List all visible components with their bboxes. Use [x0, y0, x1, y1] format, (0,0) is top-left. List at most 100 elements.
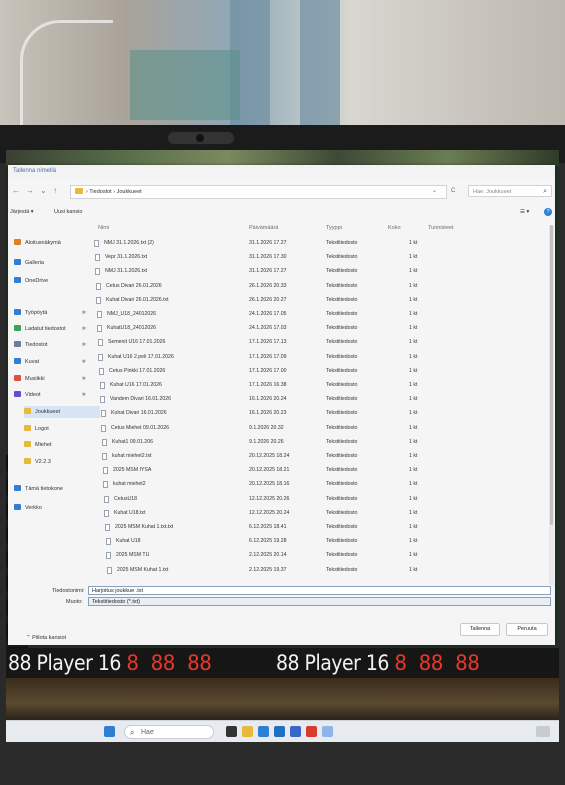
view-options-button[interactable]: ☰ ▾ [520, 206, 529, 218]
file-date: 16.1.2026 20.23 [249, 410, 287, 417]
file-name: NMJ 31.1.2026.txt [105, 268, 148, 275]
column-header-name[interactable]: Nimi [98, 225, 109, 235]
breadcrumb-current[interactable]: Joukkueet [117, 189, 142, 195]
file-row[interactable]: Vepr 31.1.2026.txt 31.1.2026 17.30 Tekstit… [94, 252, 549, 263]
sidebar-item[interactable]: Kuvat ✱ [14, 356, 90, 368]
file-row[interactable]: Kuhat Divari 16.01.2026 16.1.2026 20.23 Te… [94, 408, 549, 419]
sidebar-item[interactable]: Tiedostot ✱ [14, 339, 90, 351]
file-explorer-icon[interactable] [242, 726, 253, 737]
sidebar-item[interactable]: Tämä tietokone [14, 483, 90, 495]
file-row[interactable]: Kuhat Divari 26.01.2026.txt 26.1.2026 20.… [94, 295, 549, 306]
column-header-date[interactable]: Päivämäärä [249, 225, 278, 235]
forward-arrow-icon[interactable]: → [26, 186, 34, 195]
file-row[interactable]: Kuhat U18 6.12.2025 19.28 Tekstitiedosto 1 … [94, 536, 549, 547]
file-row[interactable]: NMJ 31.1.2026.txt 31.1.2026 17.27 Tekstiti… [94, 266, 549, 277]
file-date: 16.1.2026 20.24 [249, 396, 287, 403]
column-header-size[interactable]: Koko [388, 225, 401, 235]
file-row[interactable]: Vandem Divari 16.01.2026 16.1.2026 20.24 T… [94, 394, 549, 405]
app-red-icon[interactable] [306, 726, 317, 737]
file-type: Tekstitiedosto [326, 467, 358, 474]
text-file-icon [98, 353, 103, 361]
address-bar[interactable]: › Tiedostot › Joukkueet [70, 185, 447, 199]
file-row[interactable]: 2025 MSM TU 2.12.2025 20.14 Tekstitiedosto… [94, 550, 549, 561]
sidebar-item[interactable]: Ladatut tiedostot ✱ [14, 323, 90, 335]
sidebar-item[interactable]: Galleria [14, 257, 90, 269]
filename-input[interactable]: Harjoitus joukkue .txt [88, 586, 551, 595]
hide-folders-toggle[interactable]: ⌃ Piilota kansiot [26, 635, 66, 641]
file-row[interactable]: 2025 MSM Kuhat 1.txt.txt 6.12.2025 18.41 T… [94, 522, 549, 533]
file-row[interactable]: Cetus Miehet 09.01.2026 9.1.2026 20.32 Tek… [94, 423, 549, 434]
start-icon[interactable] [104, 726, 115, 737]
file-row[interactable]: Kuhat U16 17.01.2026 17.1.2026 16.38 Tekst… [94, 380, 549, 391]
store-icon[interactable] [274, 726, 285, 737]
sidebar-item[interactable]: Logot [24, 423, 100, 435]
new-folder-button[interactable]: Uusi kansio [54, 206, 82, 218]
file-size: 1 kt [409, 453, 418, 459]
text-file-icon [102, 438, 107, 446]
file-row[interactable]: Cetus Divari 26.01.2026 26.1.2026 20.33 Te… [94, 281, 549, 292]
up-arrow-icon[interactable]: ↑ [53, 186, 57, 195]
file-row[interactable]: 2025 MSM Kuhat 1.txt 2.12.2025 19.37 Tekst… [94, 565, 549, 576]
file-name: 2025 MSM Kuhat 1.txt.txt [115, 524, 174, 530]
back-arrow-icon[interactable]: ← [12, 186, 20, 195]
filetype-select[interactable]: Tekstitiedosto (*.txt) [88, 597, 551, 606]
task-view-icon[interactable] [226, 726, 237, 737]
sidebar-item[interactable]: Työpöytä ✱ [14, 307, 90, 319]
sidebar-item[interactable]: Videot ✱ [14, 389, 90, 401]
breadcrumb-root[interactable]: Tiedostot [89, 189, 111, 195]
sidebar-item[interactable]: Miehet [24, 439, 100, 451]
refresh-icon[interactable]: C [451, 185, 455, 197]
recent-dropdown-icon[interactable]: ⌄ [40, 186, 47, 195]
file-row[interactable]: NMJ_U18_24012026 24.1.2026 17.05 Tekstitie… [94, 309, 549, 320]
scrollbar-thumb[interactable] [550, 225, 553, 525]
file-row[interactable]: Semenit U16 17.01.2026 17.1.2026 17.13 Tek… [94, 337, 549, 348]
sidebar-item[interactable]: OneDrive [14, 275, 90, 287]
file-size: 1 kt [409, 524, 418, 530]
file-row[interactable]: Kuhat1 09.01.206 9.1.2026 20.26 Tekstitied… [94, 437, 549, 448]
file-row[interactable]: Kuhat U16 2.peli 17.01.2026 17.1.2026 17.… [94, 352, 549, 363]
search-input[interactable]: Hae: Joukkueet ⌕ [468, 185, 552, 197]
system-tray-icon[interactable] [536, 726, 550, 737]
sidebar-item[interactable]: Musiikki ✱ [14, 373, 90, 385]
webcam [168, 132, 234, 144]
sidebar-item-label: Tämä tietokone [25, 486, 63, 492]
file-size: 1 kt [409, 339, 418, 346]
file-row[interactable]: CetusU18 12.12.2025 20.26 Tekstitiedosto 1 … [94, 494, 549, 505]
text-file-icon [96, 282, 101, 290]
text-file-icon [100, 382, 105, 389]
help-icon[interactable]: ? [544, 208, 552, 216]
search-icon: ⌕ [543, 188, 547, 195]
file-row[interactable]: kuhat miehet2 20.12.2025 18.16 Tekstitiedo… [94, 479, 549, 490]
column-header-type[interactable]: Tyyppi [326, 225, 342, 235]
sidebar-item[interactable]: Joukkueet [24, 406, 100, 418]
app-light-icon[interactable] [322, 726, 333, 737]
taskbar-search[interactable]: Hae [124, 725, 214, 740]
file-row[interactable]: 2025 MSM IYSA 20.12.2025 18.21 Tekstitiedo… [94, 465, 549, 476]
file-row[interactable]: Cetus Pinkki 17.01.2026 17.1.2026 17.00 Te… [94, 366, 549, 377]
column-header-tags[interactable]: Tunnisteet [428, 225, 453, 235]
sidebar-item[interactable]: V2.2.3 [24, 456, 100, 468]
file-type: Tekstitiedosto [326, 438, 358, 445]
save-button[interactable]: Tallenna [460, 623, 500, 636]
app-icon[interactable] [290, 726, 301, 737]
edge-icon[interactable] [258, 726, 269, 737]
command-bar: Järjestä ▾ Uusi kansio ☰ ▾ ? [8, 206, 555, 218]
file-row[interactable]: Kuhat U18.txt 12.12.2025 20.24 Tekstitiedo… [94, 508, 549, 519]
breadcrumb-separator: › [86, 189, 88, 195]
file-size: 1 kt [409, 509, 418, 516]
file-type: Tekstitiedosto [326, 424, 358, 431]
file-size: 1 kt [409, 240, 418, 246]
pin-icon: ✱ [81, 359, 86, 365]
file-row[interactable]: KuhatU18_24012026 24.1.2026 17.03 Tekstiti… [94, 323, 549, 334]
file-date: 24.1.2026 17.05 [249, 311, 287, 317]
file-row[interactable]: kuhat miehet2.txt 20.12.2025 18.24 Tekstit… [94, 451, 549, 462]
cancel-button[interactable]: Peruuta [506, 623, 548, 636]
vertical-scrollbar[interactable] [549, 225, 554, 585]
organize-button[interactable]: Järjestä ▾ [10, 206, 34, 218]
file-row[interactable]: NMJ 31.1.2026.txt (2) 31.1.2026 17.27 Teks… [94, 238, 549, 249]
sidebar-item[interactable]: Verkko [14, 502, 90, 514]
address-dropdown-icon[interactable]: ⌄ [432, 185, 437, 197]
file-name: kuhat miehet2.txt [112, 453, 152, 459]
file-size: 1 kt [409, 325, 418, 332]
sidebar-item[interactable]: Aloitusnäkymä [14, 237, 90, 249]
